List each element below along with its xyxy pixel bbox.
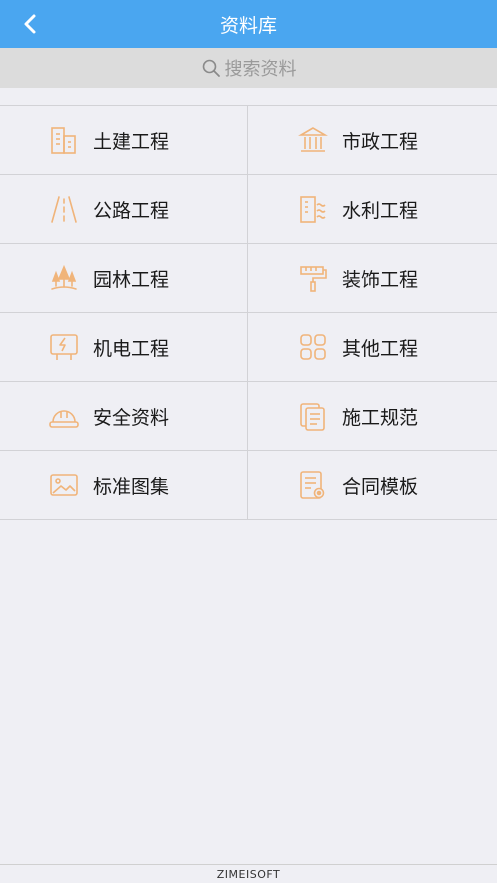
- category-label: 园林工程: [93, 268, 170, 291]
- water-building-icon: [297, 193, 329, 225]
- category-decoration-engineering[interactable]: 装饰工程: [248, 244, 497, 312]
- category-municipal-engineering[interactable]: 市政工程: [248, 106, 497, 174]
- documents-icon: [297, 400, 329, 432]
- category-row: 标准图集 合同模板: [0, 451, 497, 520]
- contract-icon: [297, 469, 329, 501]
- category-label: 机电工程: [93, 337, 170, 360]
- image-icon: [48, 469, 80, 501]
- electric-board-icon: [48, 331, 80, 363]
- search-bar[interactable]: 搜索资料: [0, 48, 497, 88]
- search-input[interactable]: 搜索资料: [201, 55, 297, 81]
- chevron-left-icon: [24, 14, 36, 34]
- category-label: 公路工程: [93, 199, 170, 222]
- category-label: 土建工程: [93, 130, 170, 153]
- category-standard-atlas[interactable]: 标准图集: [0, 451, 248, 519]
- category-label: 安全资料: [93, 406, 170, 429]
- category-row: 土建工程 市政工程: [0, 106, 497, 175]
- back-button[interactable]: [14, 8, 46, 40]
- category-grid: 土建工程 市政工程 公路工程 水利工程 园林工程 装饰工程 机电工程 其他工程 …: [0, 105, 497, 520]
- category-row: 安全资料 施工规范: [0, 382, 497, 451]
- trees-icon: [48, 262, 80, 294]
- category-other-engineering[interactable]: 其他工程: [248, 313, 497, 381]
- category-electromechanical-engineering[interactable]: 机电工程: [0, 313, 248, 381]
- grid-icon: [297, 331, 329, 363]
- category-label: 市政工程: [342, 130, 419, 153]
- search-icon: [202, 59, 220, 77]
- category-label: 标准图集: [93, 475, 170, 498]
- safety-helmet-icon: [48, 400, 80, 432]
- footer-brand: ZIMEISOFT: [0, 864, 497, 883]
- category-highway-engineering[interactable]: 公路工程: [0, 175, 248, 243]
- page-title: 资料库: [219, 14, 277, 37]
- category-label: 合同模板: [342, 475, 419, 498]
- category-row: 公路工程 水利工程: [0, 175, 497, 244]
- category-contract-templates[interactable]: 合同模板: [248, 451, 497, 519]
- category-construction-specs[interactable]: 施工规范: [248, 382, 497, 450]
- government-building-icon: [297, 124, 329, 156]
- category-label: 其他工程: [342, 337, 419, 360]
- category-row: 园林工程 装饰工程: [0, 244, 497, 313]
- road-icon: [48, 193, 80, 225]
- category-label: 装饰工程: [342, 268, 419, 291]
- category-civil-engineering[interactable]: 土建工程: [0, 106, 248, 174]
- paint-roller-icon: [297, 262, 329, 294]
- category-label: 水利工程: [342, 199, 419, 222]
- category-water-engineering[interactable]: 水利工程: [248, 175, 497, 243]
- category-landscape-engineering[interactable]: 园林工程: [0, 244, 248, 312]
- building-icon: [48, 124, 80, 156]
- category-label: 施工规范: [342, 406, 419, 429]
- category-safety-docs[interactable]: 安全资料: [0, 382, 248, 450]
- search-placeholder: 搜索资料: [224, 59, 297, 80]
- category-row: 机电工程 其他工程: [0, 313, 497, 382]
- app-header: 资料库: [0, 0, 497, 48]
